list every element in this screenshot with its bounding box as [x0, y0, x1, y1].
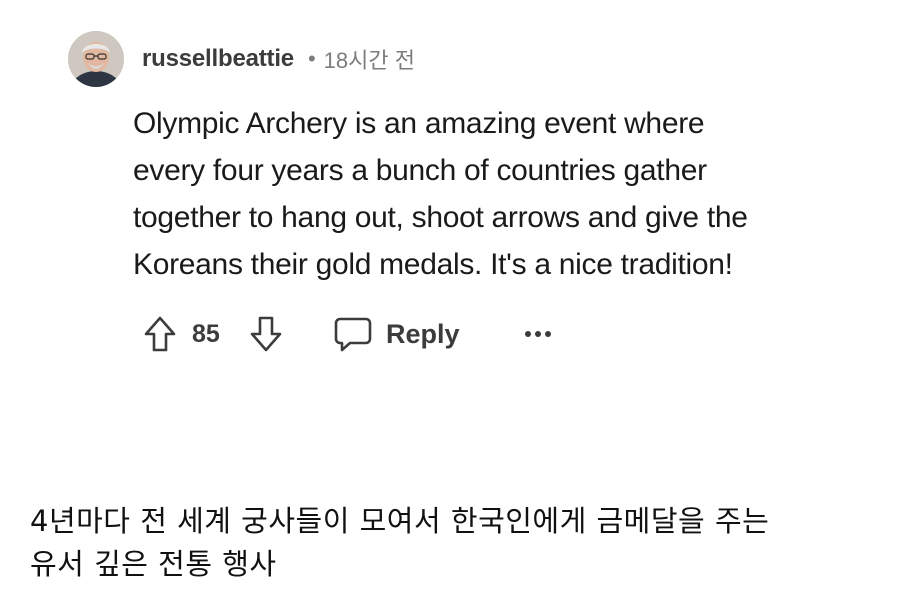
avatar-photo-icon [68, 31, 124, 87]
caption-line: 유서 깊은 전통 행사 [30, 547, 277, 581]
reply-label: Reply [386, 318, 460, 349]
comment-body-line: Olympic Archery is an amazing event wher… [133, 107, 705, 140]
more-options-button[interactable] [518, 312, 558, 356]
reply-button[interactable]: Reply [334, 312, 460, 356]
comment-actions: 85 Reply [0, 310, 900, 358]
username-link[interactable]: russellbeattie [142, 45, 294, 73]
more-options-icon [525, 331, 551, 337]
user-avatar[interactable] [68, 31, 124, 87]
comment-body-line: every four years a bunch of countries ga… [133, 154, 707, 187]
caption-text: 4년마다 전 세계 궁사들이 모여서 한국인에게 금메달을 주는 유서 깊은 전… [30, 500, 880, 586]
vote-score: 85 [192, 319, 220, 348]
comment-meta: russellbeattie • 18시간 전 [142, 42, 415, 76]
comment-timestamp: 18시간 전 [323, 48, 415, 73]
comment-body: Olympic Archery is an amazing event wher… [133, 100, 853, 288]
meta-separator: • [307, 46, 316, 71]
upvote-button[interactable] [140, 312, 180, 356]
comment-body-line: Koreans their gold medals. It's a nice t… [133, 248, 733, 281]
comment-body-line: together to hang out, shoot arrows and g… [133, 201, 748, 234]
downvote-button[interactable] [246, 312, 286, 356]
arrow-down-icon [250, 316, 282, 352]
arrow-up-icon [144, 316, 176, 352]
caption-line: 4년마다 전 세계 궁사들이 모여서 한국인에게 금메달을 주는 [30, 504, 770, 538]
comment: russellbeattie • 18시간 전 Olympic Archery … [0, 0, 900, 400]
speech-bubble-icon [334, 317, 372, 352]
